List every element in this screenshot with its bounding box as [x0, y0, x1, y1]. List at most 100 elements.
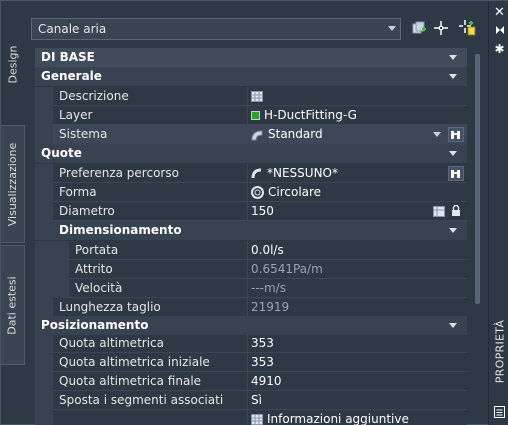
- property-name: Preferenza percorso: [53, 164, 248, 183]
- object-type-select[interactable]: Canale aria: [31, 18, 401, 40]
- property-value[interactable]: Sì: [248, 391, 467, 410]
- scroll-thumb[interactable]: [475, 54, 480, 304]
- property-name: Diametro: [53, 202, 248, 221]
- select-objects-button[interactable]: [431, 18, 451, 38]
- tab-dati-estesi[interactable]: Dati estesi: [1, 245, 25, 365]
- row-diametro[interactable]: Diametro 150: [35, 202, 467, 221]
- collapse-icon: [449, 323, 457, 328]
- quick-select-icon: [412, 21, 426, 34]
- section-generale[interactable]: Generale: [35, 67, 467, 86]
- section-dimensionamento-title: Dimensionamento: [59, 223, 182, 237]
- row-informazioni[interactable]: Informazioni aggiuntive: [35, 410, 467, 425]
- table-icon: [251, 91, 263, 102]
- section-posizionamento[interactable]: Posizionamento: [35, 316, 467, 335]
- property-name: Velocità: [69, 279, 248, 298]
- row-quota-iniziale[interactable]: Quota altimetrica iniziale 353: [35, 353, 467, 372]
- property-name: Sistema: [53, 125, 248, 144]
- property-value[interactable]: Circolare: [248, 183, 467, 202]
- pick-icon: [451, 130, 460, 139]
- property-value: 0.0l/s: [248, 241, 467, 260]
- section-posizionamento-title: Posizionamento: [41, 318, 149, 332]
- row-sposta-segmenti[interactable]: Sposta i segmenti associati Sì: [35, 391, 467, 410]
- row-quota-finale[interactable]: Quota altimetrica finale 4910: [35, 372, 467, 391]
- property-grid: DI BASE Generale Descrizione Layer H-Duc…: [35, 48, 467, 425]
- property-name: Attrito: [69, 260, 248, 279]
- section-dimensionamento[interactable]: Dimensionamento: [53, 221, 467, 240]
- property-name: Layer: [53, 106, 248, 125]
- tab-visualizzazione[interactable]: Visualizzazione: [1, 125, 25, 243]
- gear-icon[interactable]: ✱: [489, 42, 508, 56]
- routing-preference-icon: [251, 168, 262, 178]
- row-velocita[interactable]: Velocità ---m/s: [35, 279, 467, 298]
- collapse-icon: [449, 151, 457, 156]
- collapse-icon: [449, 55, 457, 60]
- property-name: [53, 410, 248, 425]
- layer-color-swatch: [251, 111, 260, 120]
- chevron-down-icon: [433, 132, 441, 137]
- preferenza-value: *NESSUNO*: [267, 166, 338, 180]
- palette-title-text: PROPRIETÀ: [493, 319, 507, 383]
- pickadd-icon: [459, 20, 476, 36]
- row-layer[interactable]: Layer H-DuctFitting-G: [35, 106, 467, 125]
- lock-icon[interactable]: [451, 205, 461, 217]
- row-forma[interactable]: Forma Circolare: [35, 183, 467, 202]
- table-icon: [251, 414, 263, 425]
- property-value[interactable]: Informazioni aggiuntive: [248, 410, 467, 425]
- circular-shape-icon: [251, 186, 264, 199]
- tab-design-label: Design: [6, 45, 20, 83]
- tab-design[interactable]: Design: [1, 5, 25, 123]
- property-value: 21919: [248, 298, 467, 317]
- chevron-down-icon: [388, 26, 396, 31]
- info-value: Informazioni aggiuntive: [267, 412, 409, 425]
- collapse-icon: [449, 228, 457, 233]
- quick-select-button[interactable]: [409, 18, 429, 38]
- properties-icon[interactable]: [489, 406, 508, 421]
- row-preferenza[interactable]: Preferenza percorso *NESSUNO*: [35, 164, 467, 183]
- palette-titlebar: ✕ ✱ PROPRIETÀ: [488, 1, 508, 425]
- section-quote[interactable]: Quote: [35, 144, 467, 163]
- select-objects-icon: [434, 21, 448, 35]
- row-portata[interactable]: Portata 0.0l/s: [35, 241, 467, 260]
- palette-title: PROPRIETÀ: [492, 301, 508, 401]
- row-lunghezza[interactable]: Lunghezza taglio 21919: [35, 298, 467, 317]
- duct-system-icon: [251, 129, 263, 140]
- property-value[interactable]: 353: [248, 353, 467, 372]
- section-di-base[interactable]: DI BASE: [35, 48, 467, 67]
- section-di-base-title: DI BASE: [41, 50, 95, 64]
- pick-button[interactable]: [448, 166, 464, 181]
- row-attrito[interactable]: Attrito 0.6541Pa/m: [35, 260, 467, 279]
- property-value[interactable]: *NESSUNO*: [248, 164, 467, 183]
- property-name: Descrizione: [53, 87, 248, 106]
- property-name: Quota altimetrica iniziale: [53, 353, 248, 372]
- property-name: Quota altimetrica finale: [53, 372, 248, 391]
- property-value: ---m/s: [248, 279, 467, 298]
- autohide-icon[interactable]: [489, 25, 508, 38]
- properties-palette: Design Visualizzazione Dati estesi Canal…: [0, 0, 508, 425]
- property-name: Sposta i segmenti associati: [53, 391, 248, 410]
- property-value[interactable]: 150: [248, 202, 467, 221]
- scrollbar[interactable]: [474, 48, 481, 420]
- object-type-value: Canale aria: [38, 22, 107, 36]
- row-descrizione[interactable]: Descrizione: [35, 87, 467, 106]
- collapse-icon: [449, 74, 457, 79]
- pick-icon: [451, 169, 460, 178]
- property-name: Forma: [53, 183, 248, 202]
- property-value[interactable]: [248, 87, 467, 106]
- property-value[interactable]: 353: [248, 334, 467, 353]
- tab-visualizzazione-label: Visualizzazione: [6, 142, 20, 226]
- tab-dati-estesi-label: Dati estesi: [6, 275, 20, 335]
- sistema-value: Standard: [268, 127, 323, 141]
- property-value[interactable]: 4910: [248, 372, 467, 391]
- property-value[interactable]: H-DuctFitting-G: [248, 106, 467, 125]
- sistema-select[interactable]: Standard: [248, 125, 467, 144]
- close-icon[interactable]: ✕: [489, 5, 508, 20]
- pick-button[interactable]: [448, 127, 464, 142]
- toggle-pickadd-button[interactable]: [457, 18, 477, 38]
- property-name: Lunghezza taglio: [53, 298, 248, 317]
- catalog-icon[interactable]: [433, 206, 445, 217]
- property-value: 0.6541Pa/m: [248, 260, 467, 279]
- section-quote-title: Quote: [41, 146, 82, 160]
- row-sistema[interactable]: Sistema Standard: [35, 125, 467, 144]
- row-quota-altimetrica[interactable]: Quota altimetrica 353: [35, 334, 467, 353]
- layer-value: H-DuctFitting-G: [264, 108, 357, 122]
